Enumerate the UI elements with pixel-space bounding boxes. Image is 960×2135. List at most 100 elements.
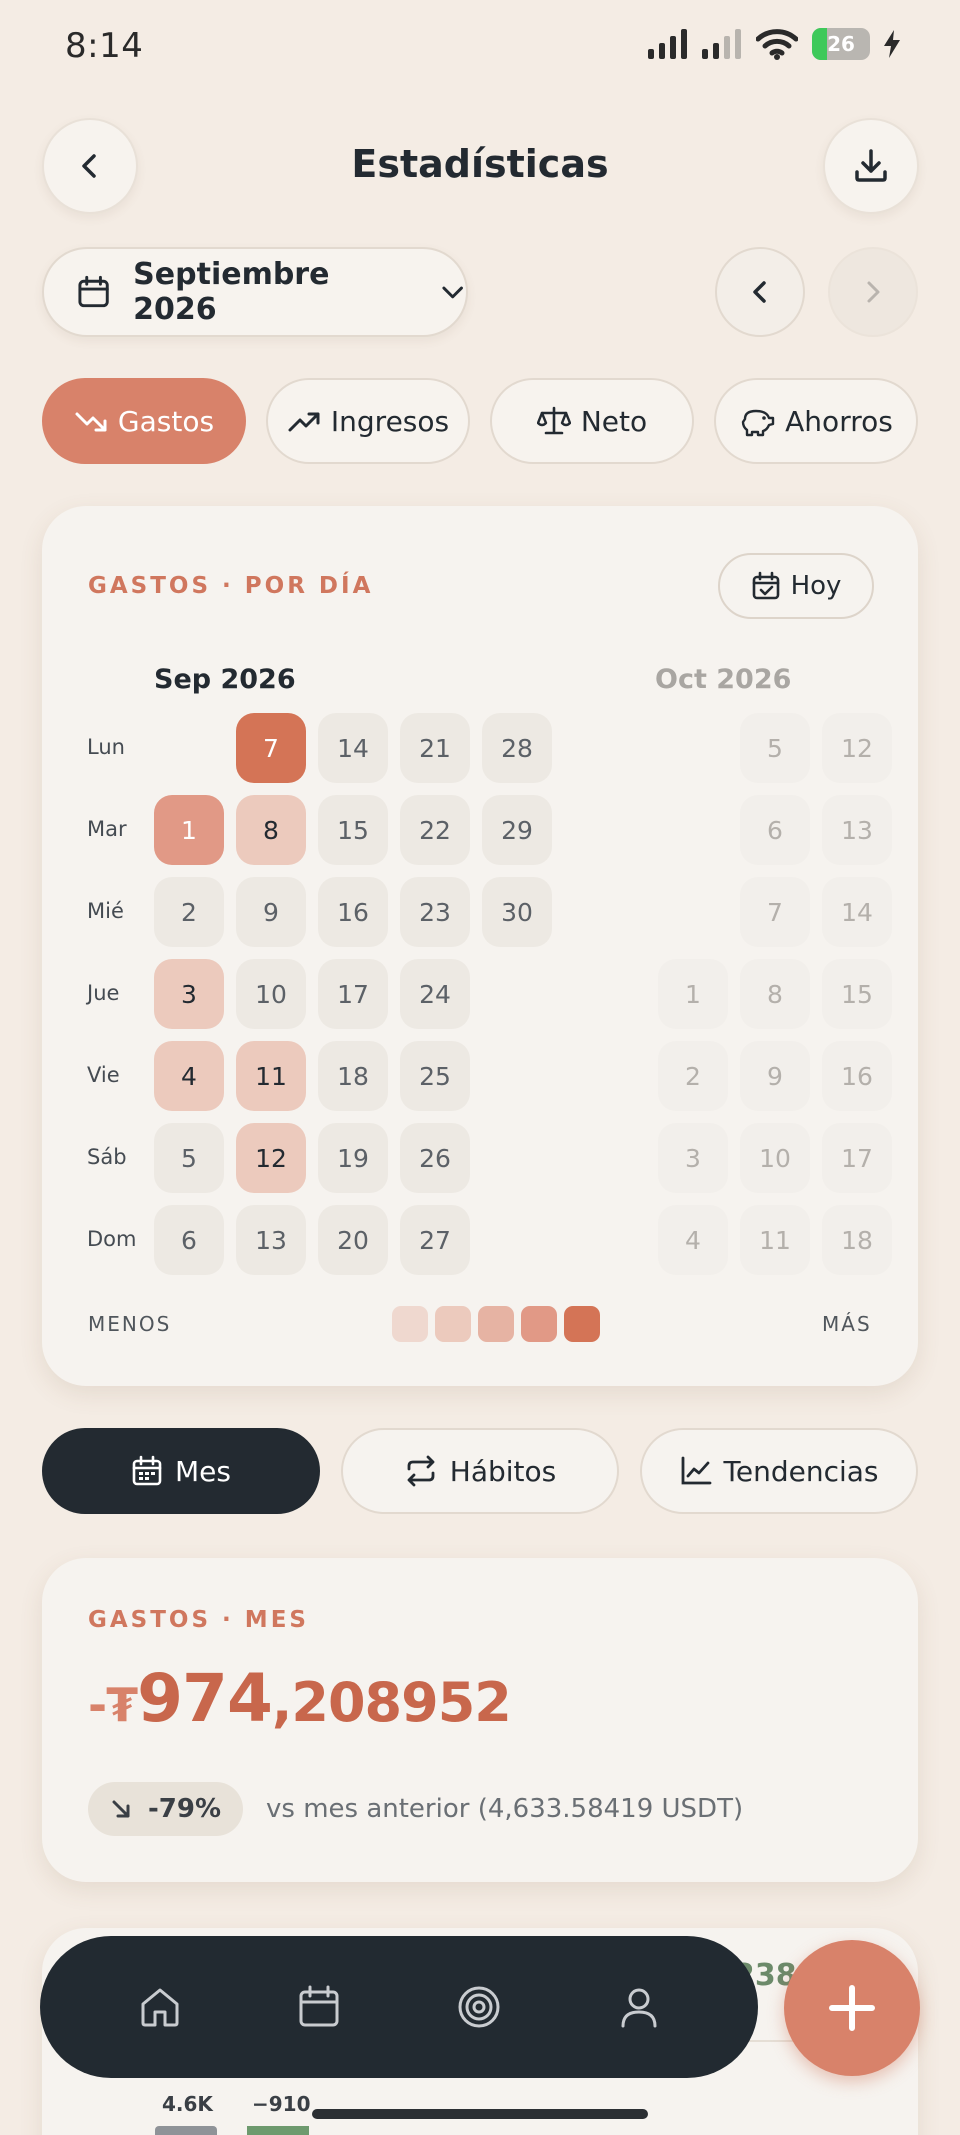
filter-ingresos[interactable]: Ingresos bbox=[266, 378, 470, 464]
legend-more: MÁS bbox=[822, 1312, 872, 1336]
heatmap-section-label: GASTOS · POR DÍA bbox=[88, 573, 374, 599]
trending-down-icon bbox=[75, 412, 107, 432]
heatmap-day-cell[interactable]: 12 bbox=[236, 1123, 306, 1193]
month-heading-sep: Sep 2026 bbox=[154, 664, 296, 695]
filter-ahorros[interactable]: Ahorros bbox=[714, 378, 918, 464]
tab-mes[interactable]: Mes bbox=[42, 1428, 320, 1514]
heatmap-day-cell[interactable]: 22 bbox=[400, 795, 470, 865]
heatmap-day-cell[interactable]: 1 bbox=[658, 959, 728, 1029]
heatmap-day-cell[interactable]: 6 bbox=[154, 1205, 224, 1275]
repeat-icon bbox=[407, 1455, 435, 1487]
calendar-icon bbox=[132, 1455, 162, 1486]
next-month-button[interactable] bbox=[828, 247, 918, 337]
filter-neto[interactable]: Neto bbox=[490, 378, 694, 464]
wifi-icon bbox=[756, 29, 798, 60]
weekday-label: Lun bbox=[87, 735, 125, 759]
total-amount: -₮974,208952 bbox=[88, 1660, 512, 1737]
heatmap-day-cell[interactable]: 17 bbox=[318, 959, 388, 1029]
today-button[interactable]: Hoy bbox=[718, 553, 874, 619]
heatmap-day-cell[interactable]: 13 bbox=[236, 1205, 306, 1275]
heatmap-day-cell[interactable]: 7 bbox=[236, 713, 306, 783]
arrow-down-right-icon bbox=[112, 1800, 130, 1818]
legend-swatch-5 bbox=[564, 1306, 600, 1342]
month-label: Septiembre 2026 bbox=[133, 257, 330, 327]
chevron-down-icon bbox=[442, 286, 463, 299]
weekday-label: Mar bbox=[87, 817, 127, 841]
month-selector[interactable]: Septiembre 2026 bbox=[42, 247, 468, 337]
heatmap-day-cell[interactable]: 10 bbox=[236, 959, 306, 1029]
heatmap-day-cell[interactable]: 15 bbox=[822, 959, 892, 1029]
heatmap-day-cell[interactable]: 14 bbox=[822, 877, 892, 947]
heatmap-day-cell[interactable]: 3 bbox=[154, 959, 224, 1029]
heatmap-day-cell[interactable]: 14 bbox=[318, 713, 388, 783]
bar-label: 4.6K bbox=[162, 2092, 213, 2116]
chevron-left-icon bbox=[753, 281, 766, 303]
heatmap-day-cell[interactable]: 9 bbox=[236, 877, 306, 947]
heatmap-day-cell[interactable]: 13 bbox=[822, 795, 892, 865]
user-icon[interactable] bbox=[616, 1984, 662, 2030]
heatmap-day-cell[interactable]: 16 bbox=[318, 877, 388, 947]
bar-mark bbox=[155, 2126, 217, 2135]
calendar-icon[interactable] bbox=[296, 1984, 342, 2030]
download-button[interactable] bbox=[823, 118, 919, 214]
heatmap-day-cell[interactable]: 23 bbox=[400, 877, 470, 947]
chevron-right-icon bbox=[867, 281, 880, 303]
heatmap-day-cell[interactable]: 7 bbox=[740, 877, 810, 947]
heatmap-day-cell[interactable]: 18 bbox=[822, 1205, 892, 1275]
heatmap-day-cell[interactable]: 8 bbox=[740, 959, 810, 1029]
weekday-label: Vie bbox=[87, 1063, 120, 1087]
legend-less: MENOS bbox=[88, 1312, 172, 1336]
heatmap-day-cell[interactable]: 10 bbox=[740, 1123, 810, 1193]
filter-gastos[interactable]: Gastos bbox=[42, 378, 246, 464]
heatmap-day-cell[interactable]: 29 bbox=[482, 795, 552, 865]
heatmap-day-cell[interactable]: 11 bbox=[236, 1041, 306, 1111]
heatmap-day-cell[interactable]: 27 bbox=[400, 1205, 470, 1275]
heatmap-day-cell[interactable]: 6 bbox=[740, 795, 810, 865]
heatmap-day-cell[interactable]: 26 bbox=[400, 1123, 470, 1193]
legend-scale bbox=[392, 1306, 600, 1342]
home-icon[interactable] bbox=[137, 1984, 183, 2030]
heatmap-day-cell[interactable]: 20 bbox=[318, 1205, 388, 1275]
tab-habitos[interactable]: Hábitos bbox=[341, 1428, 619, 1514]
add-button[interactable] bbox=[784, 1940, 920, 2076]
tab-tendencias[interactable]: Tendencias bbox=[640, 1428, 918, 1514]
heatmap-day-cell[interactable]: 28 bbox=[482, 713, 552, 783]
heatmap-day-cell[interactable]: 16 bbox=[822, 1041, 892, 1111]
prev-month-button[interactable] bbox=[715, 247, 805, 337]
heatmap-day-cell[interactable]: 1 bbox=[154, 795, 224, 865]
heatmap-day-cell[interactable]: 11 bbox=[740, 1205, 810, 1275]
heatmap-day-cell[interactable]: 2 bbox=[154, 877, 224, 947]
target-icon[interactable] bbox=[455, 1983, 503, 2031]
heatmap-day-cell[interactable]: 25 bbox=[400, 1041, 470, 1111]
status-icons: 26 bbox=[648, 28, 900, 60]
heatmap-day-cell[interactable]: 19 bbox=[318, 1123, 388, 1193]
tab-label: Hábitos bbox=[449, 1454, 557, 1488]
legend-swatch-2 bbox=[435, 1306, 471, 1342]
battery-indicator: 26 bbox=[812, 28, 870, 60]
currency-symbol: ₮ bbox=[106, 1678, 138, 1732]
status-time: 8:14 bbox=[65, 26, 144, 66]
heatmap-day-cell[interactable]: 30 bbox=[482, 877, 552, 947]
heatmap-day-cell[interactable]: 2 bbox=[658, 1041, 728, 1111]
heatmap-day-cell[interactable]: 3 bbox=[658, 1123, 728, 1193]
filter-label: Ahorros bbox=[785, 404, 893, 438]
legend-swatch-3 bbox=[478, 1306, 514, 1342]
legend-swatch-1 bbox=[392, 1306, 428, 1342]
heatmap-day-cell[interactable]: 24 bbox=[400, 959, 470, 1029]
heatmap-day-cell[interactable]: 18 bbox=[318, 1041, 388, 1111]
heatmap-day-cell[interactable]: 5 bbox=[154, 1123, 224, 1193]
heatmap-day-cell[interactable]: 21 bbox=[400, 713, 470, 783]
heatmap-day-cell[interactable]: 9 bbox=[740, 1041, 810, 1111]
heatmap-day-cell[interactable]: 8 bbox=[236, 795, 306, 865]
heatmap-day-cell[interactable]: 4 bbox=[658, 1205, 728, 1275]
weekday-label: Mié bbox=[87, 899, 124, 923]
heatmap-day-cell[interactable]: 4 bbox=[154, 1041, 224, 1111]
delta-value: -79% bbox=[148, 1794, 222, 1824]
heatmap-day-cell[interactable]: 17 bbox=[822, 1123, 892, 1193]
line-chart-icon bbox=[681, 1456, 711, 1485]
heatmap-day-cell[interactable]: 12 bbox=[822, 713, 892, 783]
download-icon bbox=[855, 149, 887, 182]
heatmap-day-cell[interactable]: 5 bbox=[740, 713, 810, 783]
heatmap-day-cell[interactable]: 15 bbox=[318, 795, 388, 865]
charging-icon bbox=[884, 30, 900, 58]
